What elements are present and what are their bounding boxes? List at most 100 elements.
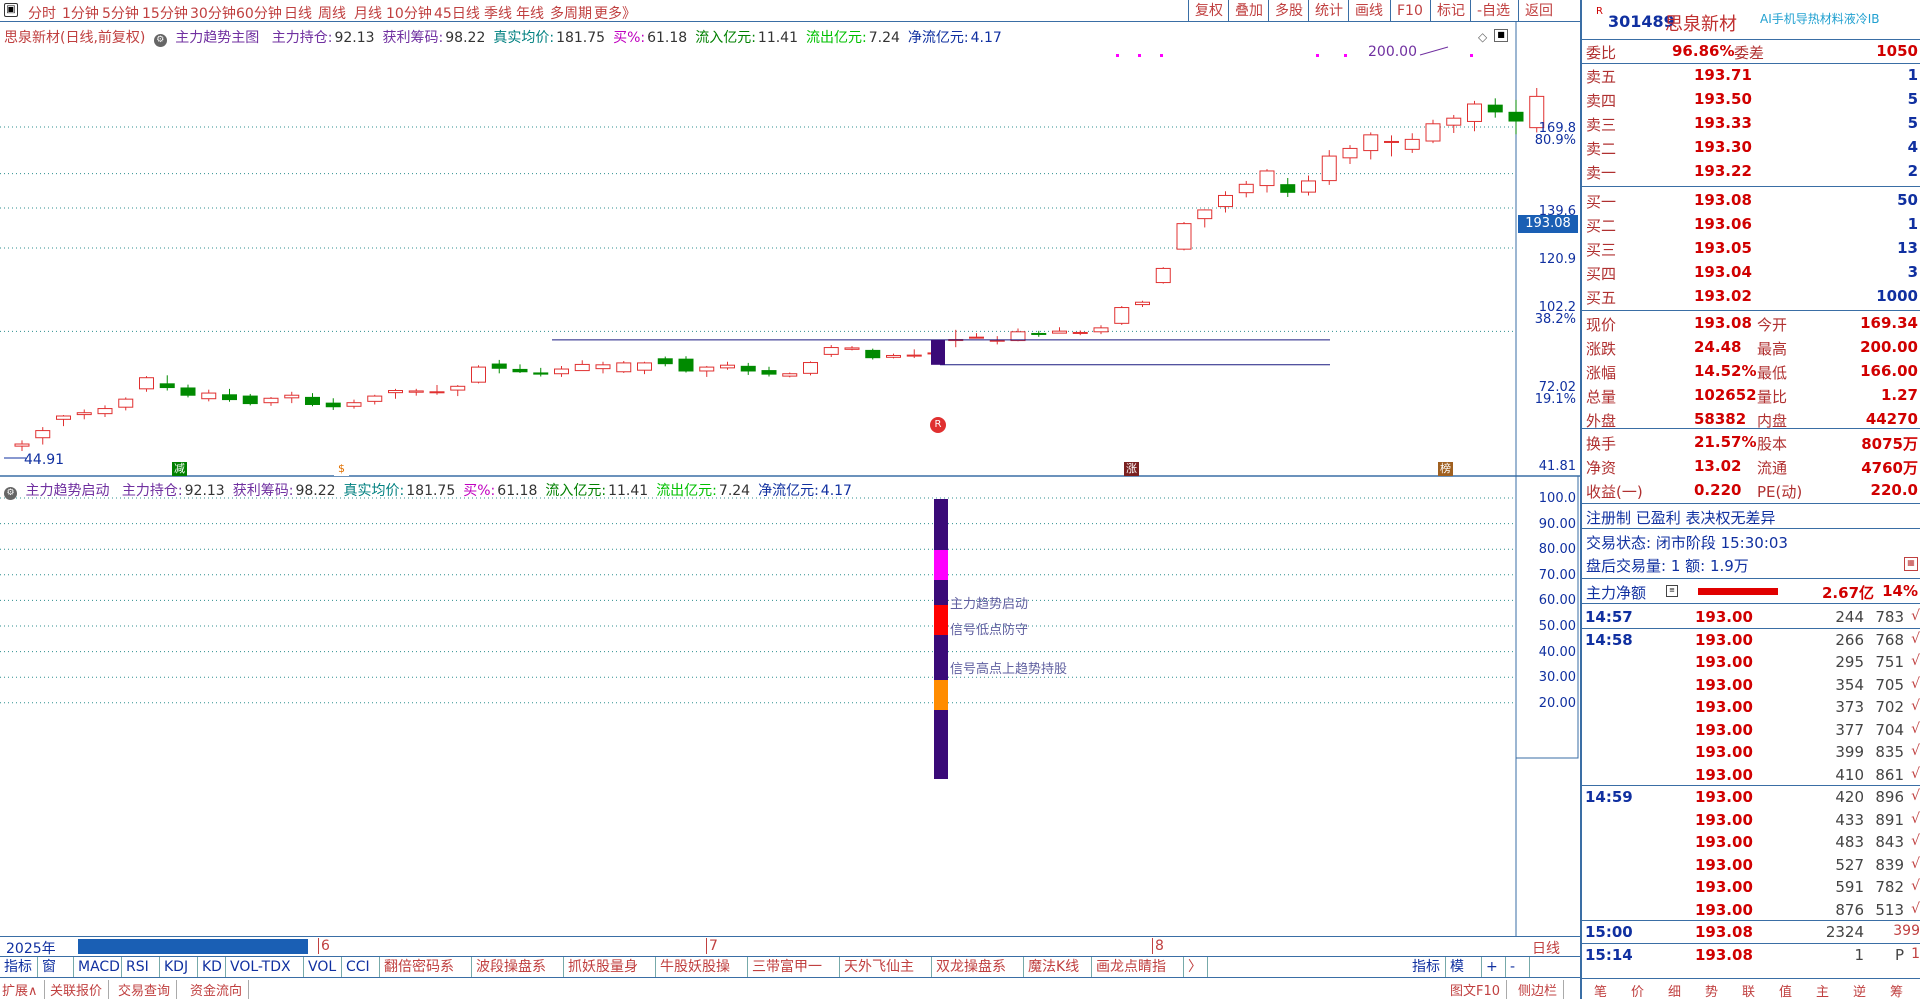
toolbar-button[interactable]: 多股 xyxy=(1268,0,1303,22)
buys-row[interactable]: 买五 193.02 1000 xyxy=(1582,285,1920,309)
panel-tab[interactable]: 细 xyxy=(1668,981,1681,1000)
panel-tab[interactable]: 值 xyxy=(1779,981,1792,1000)
indicator-tab[interactable]: 双龙操盘系统 xyxy=(932,957,1024,995)
indicator-tab[interactable]: 波段操盘系统 xyxy=(472,957,564,995)
period-tab[interactable]: 分时 xyxy=(28,3,56,23)
indicator-tab[interactable]: 窗口 xyxy=(38,957,74,995)
toolbar-button[interactable]: 标记 xyxy=(1430,0,1465,22)
sells-row[interactable]: 卖四 193.50 5 xyxy=(1582,88,1920,112)
candle-body xyxy=(325,402,341,408)
event-mark[interactable]: 减 xyxy=(172,462,187,476)
candle-body xyxy=(429,391,445,394)
window-menu-icon[interactable]: ▣ xyxy=(4,3,18,17)
indicator-tab[interactable]: RSI xyxy=(122,957,160,977)
period-tab[interactable]: 周线 xyxy=(318,3,346,23)
tick-dir: √ xyxy=(1911,630,1920,647)
toolbar-button[interactable]: 叠加 xyxy=(1228,0,1263,22)
toolbar-button[interactable]: 统计 xyxy=(1308,0,1343,22)
panel-tab[interactable]: 筹 xyxy=(1890,981,1903,1000)
buys-row[interactable]: 买一 193.08 50 xyxy=(1582,189,1920,213)
period-tab[interactable]: 月线 xyxy=(354,3,382,23)
period-tab[interactable]: 30分钟 xyxy=(190,3,236,23)
event-mark[interactable]: 榜 xyxy=(1438,462,1453,476)
period-tab[interactable]: 季线 xyxy=(484,3,512,23)
month-6: 6 xyxy=(318,938,330,954)
indicator-tab[interactable]: VOL xyxy=(304,957,342,977)
sub-settings-icon[interactable]: ⚙ xyxy=(4,487,17,500)
indicator-tab[interactable]: CCI xyxy=(342,957,380,977)
period-tab[interactable]: 日线 xyxy=(284,3,312,23)
indicator-tab[interactable]: VOL-TDX xyxy=(226,957,304,977)
indicator-tab[interactable]: 模板 xyxy=(1446,957,1482,995)
sub-axis-label: 70.00 xyxy=(1538,567,1576,583)
event-mark[interactable]: 涨 xyxy=(1124,462,1139,476)
sells-row[interactable]: 卖五 193.71 1 xyxy=(1582,64,1920,88)
sub-signal-orange xyxy=(934,680,948,710)
period-tab[interactable]: 更多》 xyxy=(594,3,636,23)
period-tab[interactable]: 60分钟 xyxy=(236,3,282,23)
period-tab[interactable]: 5分钟 xyxy=(102,3,139,23)
indicator-tab[interactable]: 三带富甲一方 xyxy=(748,957,840,995)
panel-tab[interactable]: 主 xyxy=(1816,981,1829,1000)
toolbar-button[interactable]: F10 xyxy=(1390,0,1423,22)
candle-body xyxy=(1301,180,1316,193)
period-tab[interactable]: 1分钟 xyxy=(62,3,99,23)
toolbar-button[interactable]: 复权 xyxy=(1188,0,1223,22)
period-tab[interactable]: 多周期 xyxy=(550,3,592,23)
indicator-name[interactable]: 主力趋势主图 xyxy=(175,30,259,46)
bottom-tool-tab[interactable]: 关联报价 xyxy=(50,980,110,999)
indicator-tab[interactable]: - xyxy=(1506,957,1530,977)
indicator-tab[interactable]: 魔法K线操盘 xyxy=(1024,957,1092,995)
indicator-tab[interactable]: MACD xyxy=(74,957,122,977)
quote2-label: 收益(一) xyxy=(1586,483,1643,501)
indicator-tab[interactable]: 指标B xyxy=(1408,957,1446,995)
calendar-icon[interactable]: ▦ xyxy=(1904,557,1918,571)
bottom-tool-tab[interactable]: 侧边栏 xyxy=(1518,980,1565,999)
period-tab[interactable]: 15分钟 xyxy=(142,3,188,23)
indicator-tab[interactable]: 〉 xyxy=(1184,957,1208,977)
indicator-tab[interactable]: 天外飞仙主图 xyxy=(840,957,932,995)
bottom-tool-tab[interactable]: 交易查询 xyxy=(118,980,178,999)
panel-tab[interactable]: 联 xyxy=(1742,981,1755,1000)
panel-tab[interactable]: 笔 xyxy=(1594,981,1607,1000)
indicator-tab[interactable]: 画龙点睛指标 xyxy=(1092,957,1184,995)
indicator-tab[interactable]: KDJ xyxy=(160,957,198,977)
panel-tab[interactable]: 价 xyxy=(1631,981,1644,1000)
toolbar-button[interactable]: 返回 xyxy=(1518,0,1553,22)
tick-row: 193.00 373 702 √ xyxy=(1582,696,1920,718)
period-tab[interactable]: 10分钟 xyxy=(386,3,432,23)
indicator-tab[interactable]: 指标A xyxy=(0,957,38,995)
toolbar-button[interactable]: 画线 xyxy=(1348,0,1383,22)
time-scrollbar[interactable] xyxy=(78,939,308,954)
toolbar-button[interactable]: -自选 xyxy=(1470,0,1510,22)
price-axis-label: 120.9 xyxy=(1538,252,1576,267)
period-tab[interactable]: 年线 xyxy=(516,3,544,23)
buys-row[interactable]: 买四 193.04 3 xyxy=(1582,261,1920,285)
bottom-tool-tab[interactable]: 资金流向 xyxy=(190,980,250,999)
sells-row[interactable]: 卖一 193.22 2 xyxy=(1582,160,1920,184)
period-tab[interactable]: 45日线 xyxy=(434,3,480,23)
chart-toggle-icon[interactable]: ◇ xyxy=(1478,30,1487,44)
bottom-tool-tab[interactable]: 图文F10 xyxy=(1450,980,1508,999)
chart-window-icon[interactable]: ■ xyxy=(1494,29,1508,42)
sells-row[interactable]: 卖二 193.30 4 xyxy=(1582,136,1920,160)
indicator-tab[interactable]: + xyxy=(1482,957,1506,977)
concept-ad[interactable]: AI手机导热材料液冷IB xyxy=(1760,10,1880,27)
bottom-tool-tab[interactable]: 扩展∧ xyxy=(2,980,45,999)
buys-row[interactable]: 买三 193.05 13 xyxy=(1582,237,1920,261)
indicator-tab[interactable]: KD xyxy=(198,957,226,977)
lock-icon[interactable]: ⚙ xyxy=(153,34,167,47)
buys-label: 买一 xyxy=(1586,193,1617,211)
capital-menu-icon[interactable]: ≡ xyxy=(1666,585,1678,597)
sells-row[interactable]: 卖三 193.33 5 xyxy=(1582,112,1920,136)
buys-row[interactable]: 买二 193.06 1 xyxy=(1582,213,1920,237)
marker-r[interactable]: R xyxy=(930,417,946,433)
buys-label: 买三 xyxy=(1586,241,1617,259)
indicator-tab[interactable]: 翻倍密码系统 xyxy=(380,957,472,995)
indicator-tab[interactable]: 牛股妖股操盘 xyxy=(656,957,748,995)
panel-tab[interactable]: 势 xyxy=(1705,981,1718,1000)
event-mark[interactable]: $ xyxy=(334,462,349,476)
indicator-tab[interactable]: 抓妖股量身板 xyxy=(564,957,656,995)
sub-indicator-name[interactable]: 主力趋势启动 xyxy=(25,483,109,499)
panel-tab[interactable]: 逆 xyxy=(1853,981,1866,1000)
